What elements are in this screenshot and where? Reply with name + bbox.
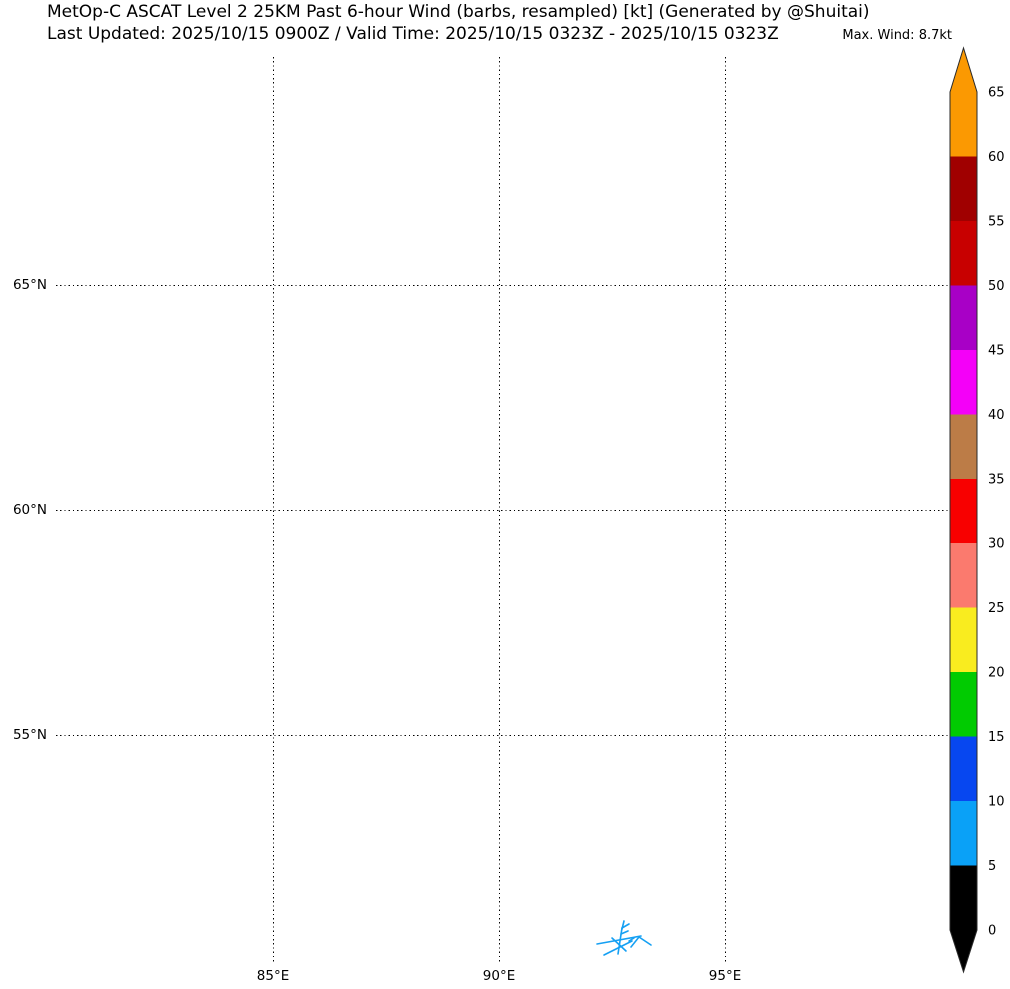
- x-tick-label: 90°E: [482, 968, 516, 984]
- colorbar-tick-label: 25: [988, 601, 1005, 616]
- colorbar-segment: [950, 543, 977, 608]
- max-wind-label: Max. Wind: 8.7kt: [842, 28, 952, 43]
- colorbar-tick-label: 5: [988, 859, 996, 874]
- y-tick-label: 60°N: [12, 502, 47, 518]
- x-tick-label: 85°E: [256, 968, 290, 984]
- colorbar-segment: [950, 156, 977, 221]
- colorbar-outline: [949, 46, 978, 974]
- colorbar-tick-label: 30: [988, 537, 1005, 552]
- gridline-horizontal: [56, 735, 948, 736]
- y-tick-label: 65°N: [12, 277, 47, 293]
- wind-barb-stroke: [628, 937, 635, 942]
- figure: MetOp-C ASCAT Level 2 25KM Past 6-hour W…: [0, 0, 1010, 989]
- colorbar-tick-label: 35: [988, 472, 1005, 487]
- colorbar-segment: [950, 478, 977, 544]
- colorbar: 0 5 10 15 20 25 30 35 40 45 50 55 60 65: [949, 46, 1005, 974]
- colorbar-segment: [950, 285, 977, 350]
- colorbar-segment: [950, 736, 977, 802]
- colorbar-tick-label: 10: [988, 795, 1005, 810]
- colorbar-tick-label: 55: [988, 214, 1005, 229]
- wind-barb-stroke: [611, 937, 627, 952]
- chart-title: MetOp-C ASCAT Level 2 25KM Past 6-hour W…: [47, 2, 870, 22]
- colorbar-tick-label: 65: [988, 86, 1005, 101]
- colorbar-tick-label: 0: [988, 924, 996, 939]
- y-tick-label: 55°N: [12, 727, 47, 743]
- colorbar-tick-label: 45: [988, 343, 1005, 358]
- wind-barbs-layer: [596, 920, 652, 956]
- colorbar-extend-under-arrow: [950, 930, 977, 972]
- chart-subtitle: Last Updated: 2025/10/15 0900Z / Valid T…: [47, 24, 779, 44]
- x-tick-label: 95°E: [708, 968, 742, 984]
- gridline-horizontal: [56, 285, 948, 286]
- colorbar-segment: [950, 220, 977, 286]
- wind-barb-stroke: [617, 927, 623, 955]
- colorbar-extend-over-arrow: [950, 48, 977, 92]
- colorbar-tick-label: 15: [988, 730, 1005, 745]
- colorbar-segment: [950, 672, 977, 737]
- colorbar-tick-label: 60: [988, 150, 1005, 165]
- wind-barb-stroke: [621, 923, 630, 929]
- wind-barb-stroke: [596, 935, 642, 945]
- colorbar-segment: [950, 414, 977, 479]
- gridline-vertical: [499, 57, 500, 962]
- colorbar-tick-label: 50: [988, 279, 1005, 294]
- colorbar-segment: [950, 865, 977, 930]
- colorbar-segment: [950, 801, 977, 866]
- gridline-horizontal: [56, 510, 948, 511]
- wind-barb-stroke: [630, 936, 640, 948]
- gridline-vertical: [725, 57, 726, 962]
- colorbar-tick-label: 20: [988, 666, 1005, 681]
- wind-barb-stroke: [603, 940, 633, 956]
- colorbar-tick-label: 40: [988, 408, 1005, 423]
- colorbar-segment: [950, 607, 977, 673]
- colorbar-segment: [950, 92, 977, 157]
- wind-barb-stroke: [621, 920, 625, 930]
- gridline-vertical: [273, 57, 274, 962]
- wind-barb-stroke: [638, 936, 652, 946]
- colorbar-segment: [950, 349, 977, 415]
- wind-barb-stroke: [620, 930, 629, 935]
